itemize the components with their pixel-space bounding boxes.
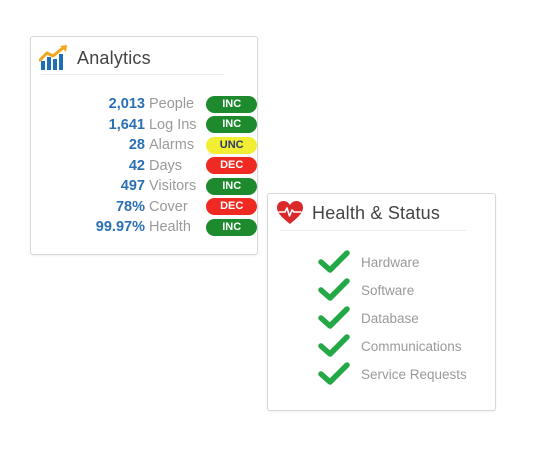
- metric-value: 1,641: [108, 116, 145, 133]
- status-badge: INC: [206, 95, 257, 113]
- metric-row: 78% Cover DEC: [31, 197, 257, 218]
- metrics-list: 2,013 People INC 1,641 Log Ins INC 28 Al…: [31, 94, 257, 238]
- header-divider: [41, 74, 224, 75]
- metric-label: Alarms: [148, 137, 195, 154]
- metric-row: 2,013 People INC: [31, 94, 257, 115]
- status-badge: DEC: [206, 157, 257, 175]
- metric-value: 99.97%: [95, 219, 145, 236]
- metric-label: Days: [148, 157, 183, 174]
- status-badge: DEC: [206, 198, 257, 216]
- status-badge: INC: [206, 218, 257, 236]
- metric-row: 497 Visitors INC: [31, 176, 257, 197]
- bar-chart-trend-icon: [38, 45, 69, 71]
- status-item: Database: [268, 304, 467, 332]
- metric-value: 2,013: [108, 96, 145, 113]
- metric-value: 42: [128, 157, 145, 174]
- status-label: Database: [361, 310, 419, 326]
- status-item: Hardware: [268, 248, 467, 276]
- status-item: Service Requests: [268, 360, 467, 388]
- analytics-card: Analytics 2,013 People INC 1,641 Log Ins…: [30, 36, 258, 255]
- header-divider: [280, 230, 466, 231]
- status-label: Software: [361, 282, 415, 298]
- metric-label: Log Ins: [148, 116, 197, 133]
- status-label: Service Requests: [361, 366, 467, 382]
- check-icon: [318, 362, 350, 386]
- check-icon: [318, 250, 350, 274]
- status-badge: UNC: [206, 136, 257, 154]
- metric-value: 497: [120, 178, 145, 195]
- status-badge: INC: [206, 116, 257, 134]
- health-title: Health & Status: [312, 202, 441, 223]
- heart-pulse-icon: [276, 200, 304, 226]
- health-status-card: Health & Status Hardware Software Databa…: [267, 193, 496, 411]
- metric-row: 42 Days DEC: [31, 156, 257, 177]
- status-badge: INC: [206, 177, 257, 195]
- check-icon: [318, 306, 350, 330]
- metric-value: 28: [128, 137, 145, 154]
- check-icon: [318, 278, 350, 302]
- status-label: Hardware: [361, 254, 420, 270]
- metric-label: Health: [148, 219, 191, 236]
- health-header: Health & Status: [268, 194, 495, 230]
- status-item: Software: [268, 276, 467, 304]
- check-icon: [318, 334, 350, 358]
- metric-row: 1,641 Log Ins INC: [31, 115, 257, 136]
- metric-row: 28 Alarms UNC: [31, 135, 257, 156]
- status-list: Hardware Software Database Communication…: [268, 248, 467, 388]
- status-item: Communications: [268, 332, 467, 360]
- metric-label: Cover: [148, 198, 188, 215]
- status-label: Communications: [361, 338, 462, 354]
- metric-label: People: [148, 96, 195, 113]
- metric-label: Visitors: [148, 178, 197, 195]
- analytics-header: Analytics: [31, 37, 257, 75]
- metric-row: 99.97% Health INC: [31, 217, 257, 238]
- analytics-title: Analytics: [77, 47, 151, 68]
- metric-value: 78%: [115, 198, 145, 215]
